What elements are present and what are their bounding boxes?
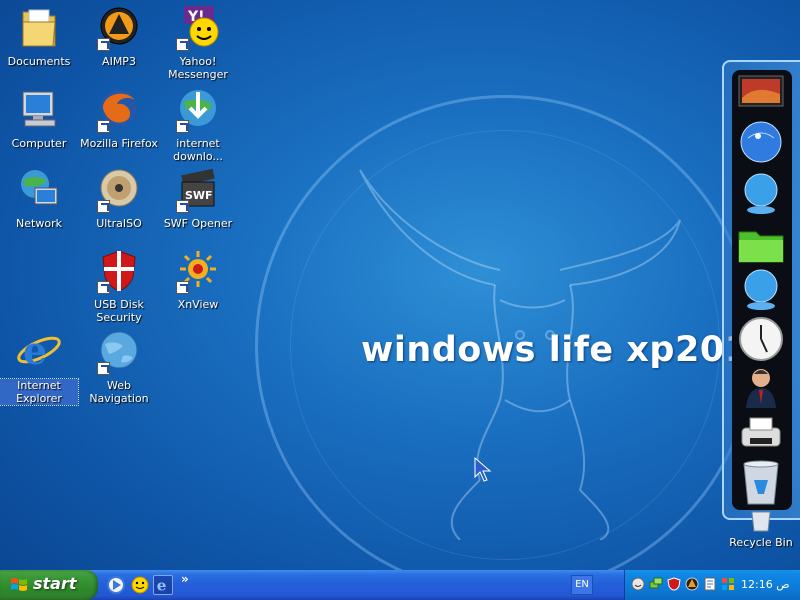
dock-item-network-globe[interactable] — [736, 266, 786, 312]
folder-icon — [738, 231, 784, 263]
desktop-icon-label: Yahoo! Messenger — [168, 55, 228, 81]
wallpaper-title: windows life xp2013 — [361, 330, 775, 370]
desktop-icon-label: SWF Opener — [163, 217, 233, 230]
language-indicator[interactable]: EN — [571, 575, 593, 595]
desktop-icon-label: Internet Explorer — [0, 378, 79, 406]
shortcut-arrow-icon — [176, 200, 189, 213]
recycle-bin-icon — [751, 511, 771, 532]
svg-text:SWF: SWF — [185, 189, 213, 202]
desktop-icon-label: UltraISO — [96, 217, 142, 230]
desktop[interactable]: windows life xp2013 Documents AIMP3 Y! Y… — [0, 0, 800, 570]
shortcut-arrow-icon — [97, 120, 110, 133]
folder-icon — [15, 4, 63, 52]
svg-text:e: e — [157, 576, 167, 594]
dock-item-clock[interactable] — [736, 316, 786, 362]
desktop-icon-label: Computer — [11, 137, 67, 150]
desktop-icon-label: AIMP3 — [102, 55, 136, 68]
computer-icon — [15, 86, 63, 134]
dock-item-user[interactable] — [736, 364, 786, 410]
desktop-icon-swf-opener[interactable]: SWF SWF Opener — [159, 166, 237, 230]
desktop-icon-label: Web Navigation — [89, 379, 149, 405]
desktop-icon-label: Mozilla Firefox — [80, 137, 158, 150]
photo-viewer-icon — [738, 75, 784, 107]
usb-disk-security-icon — [95, 247, 143, 295]
smiley-icon[interactable] — [631, 577, 645, 591]
swf-opener-icon: SWF — [174, 166, 222, 214]
desktop-icon-web-navigation[interactable]: Web Navigation — [80, 328, 158, 405]
desktop-icon-label: Network — [16, 217, 62, 230]
clock-icon — [739, 317, 783, 361]
desktop-icon-computer[interactable]: Computer — [0, 86, 78, 150]
desktop-icon-ultraiso[interactable]: UltraISO — [80, 166, 158, 230]
ultraiso-icon — [95, 166, 143, 214]
media-icon[interactable] — [685, 577, 699, 591]
desktop-icon-xnview[interactable]: XnView — [159, 247, 237, 311]
shield-icon[interactable] — [667, 577, 681, 591]
dock-item-folder[interactable] — [736, 222, 786, 268]
internet-explorer-icon: e — [157, 576, 167, 594]
quick-launch-chevron[interactable]: » — [181, 572, 189, 586]
internet-explorer-icon: e — [15, 328, 63, 376]
windows-icon[interactable] — [721, 577, 735, 591]
messenger-smiley-icon — [131, 576, 149, 594]
aimp3-icon — [95, 4, 143, 52]
desktop-icon-label: Recycle Bin — [729, 536, 793, 549]
desktop-icon-mozilla-firefox[interactable]: Mozilla Firefox — [80, 86, 158, 150]
desktop-icon-network[interactable]: Network — [0, 166, 78, 230]
web-navigation-icon — [95, 328, 143, 376]
windows-logo-icon — [11, 578, 27, 591]
dock-item-photo-viewer[interactable] — [736, 68, 786, 114]
dock-item-printer[interactable] — [736, 410, 786, 456]
network-icon — [15, 166, 63, 214]
svg-text:e: e — [23, 328, 47, 373]
desktop-icon-label: USB Disk Security — [94, 298, 144, 324]
internet-download-manager-icon — [174, 86, 222, 134]
yahoo-messenger-icon: Y! — [174, 4, 222, 52]
recycle-bin-icon — [743, 460, 779, 505]
desktop-icon-label: internet downlo... — [173, 137, 223, 163]
desktop-icon-recycle-bin[interactable]: Recycle Bin — [726, 510, 796, 549]
windows-media-icon — [107, 576, 125, 594]
shortcut-arrow-icon — [97, 362, 110, 375]
shortcut-arrow-icon — [97, 200, 110, 213]
internet-globe-icon — [744, 173, 778, 214]
quick-launch-messenger[interactable] — [130, 575, 150, 595]
desktop-icon-label: XnView — [177, 298, 219, 311]
dock-item-globe[interactable] — [736, 118, 786, 164]
shortcut-arrow-icon — [176, 281, 189, 294]
desktop-icon-label: Documents — [7, 55, 71, 68]
start-label: start — [33, 574, 77, 593]
start-button[interactable]: start — [0, 570, 98, 600]
quick-launch-windows-media[interactable] — [106, 575, 126, 595]
shortcut-arrow-icon — [176, 120, 189, 133]
user-icon — [746, 369, 776, 408]
shortcut-arrow-icon — [176, 38, 189, 51]
globe-icon — [740, 121, 782, 163]
document-icon[interactable] — [703, 577, 717, 591]
desktop-icon-documents[interactable]: Documents — [0, 4, 78, 68]
dock-item-recycle-bin[interactable] — [736, 458, 786, 505]
desktop-icon-internet-download-manager[interactable]: internet downlo... — [159, 86, 237, 163]
network-icon[interactable] — [649, 577, 663, 591]
mouse-pointer-icon — [474, 457, 492, 482]
desktop-icon-usb-disk-security[interactable]: USB Disk Security — [80, 247, 158, 324]
desktop-icon-yahoo-messenger[interactable]: Y! Yahoo! Messenger — [159, 4, 237, 81]
network-globe-icon — [744, 269, 778, 310]
xnview-icon — [174, 247, 222, 295]
printer-icon — [741, 417, 781, 447]
taskbar-clock[interactable]: 12:16 ص — [741, 578, 790, 591]
dock-item-internet-globe[interactable] — [736, 170, 786, 216]
desktop-icon-aimp3[interactable]: AIMP3 — [80, 4, 158, 68]
firefox-icon — [95, 86, 143, 134]
desktop-icon-internet-explorer[interactable]: e Internet Explorer — [0, 328, 79, 406]
shortcut-arrow-icon — [97, 38, 110, 51]
taskbar: start e » EN 12:16 ص — [0, 570, 800, 600]
quick-launch-internet-explorer[interactable]: e — [153, 575, 173, 595]
shortcut-arrow-icon — [97, 281, 110, 294]
